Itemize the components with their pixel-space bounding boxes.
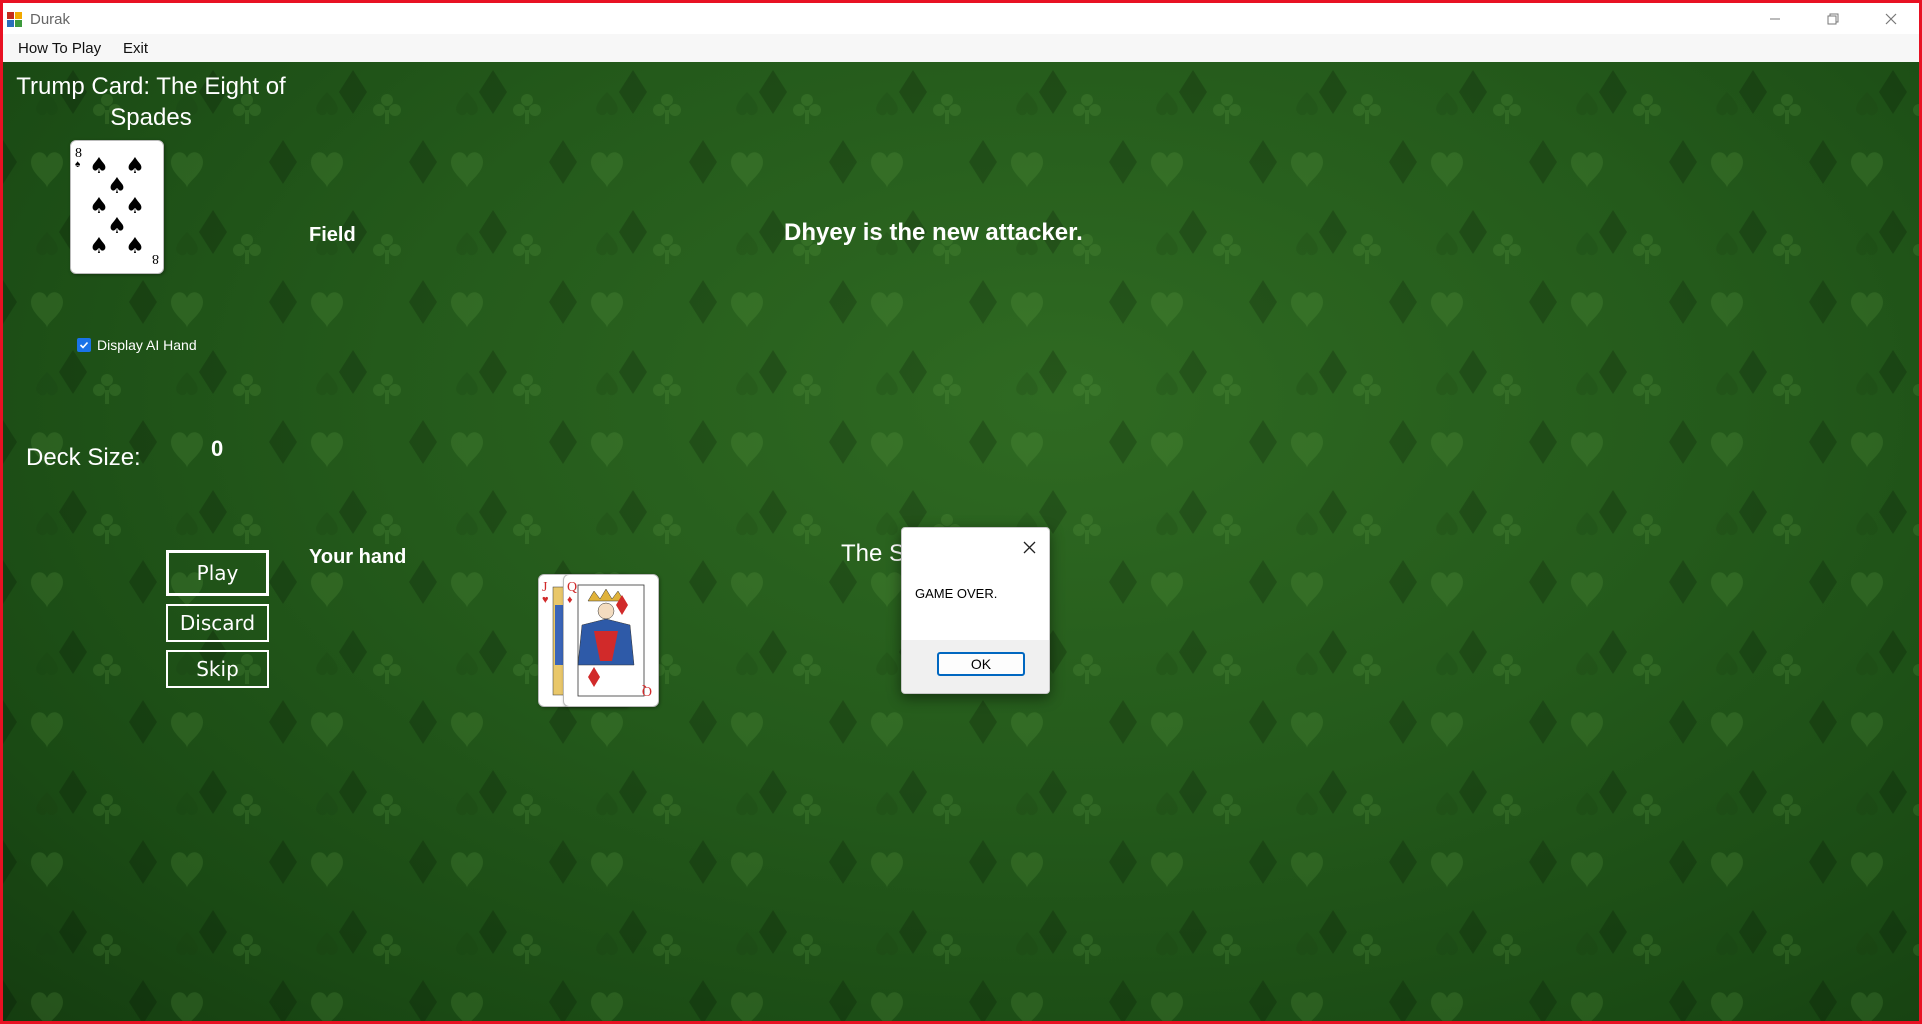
spade-pip: ♠ (89, 194, 109, 219)
app-window: Durak How To Play Exit Trump Card: The E… (3, 3, 1919, 1021)
spade-pip: ♠ (125, 234, 145, 259)
deck-size-label: Deck Size: (26, 444, 141, 471)
dialog-title-bar (902, 528, 1049, 566)
spade-pip: ♠ (89, 154, 109, 179)
menu-exit[interactable]: Exit (123, 40, 148, 57)
status-message: Dhyey is the new attacker. (784, 219, 1083, 246)
diamond-icon: ♦ (567, 594, 573, 606)
title-bar: Durak (3, 3, 1919, 34)
skip-button[interactable]: Skip (166, 650, 269, 688)
close-icon (1885, 13, 1897, 24)
ok-button[interactable]: OK (937, 652, 1025, 676)
display-ai-hand-checkbox[interactable]: Display AI Hand (77, 337, 197, 353)
spade-pip: ♠ (107, 174, 127, 199)
field-label: Field (309, 224, 356, 246)
restore-icon (1827, 13, 1839, 24)
restore-button[interactable] (1805, 3, 1861, 34)
queen-rank: Q (567, 580, 577, 595)
spade-pip: ♠ (125, 194, 145, 219)
deck-size-value: 0 (211, 436, 224, 461)
discard-button[interactable]: Discard (166, 604, 269, 642)
close-icon (1023, 541, 1035, 553)
spade-pip: ♠ (89, 234, 109, 259)
window-title: Durak (30, 11, 71, 28)
play-button[interactable]: Play (166, 550, 269, 596)
spade-pip: ♠ (125, 154, 145, 179)
close-button[interactable] (1863, 3, 1919, 34)
menu-bar: How To Play Exit (3, 34, 1919, 63)
dialog-body: GAME OVER. (902, 566, 1049, 638)
minimize-icon (1770, 18, 1780, 19)
game-table: Trump Card: The Eight of Spades 8 ♠ ♠ ♠ … (3, 62, 1919, 1021)
dialog-footer: OK (902, 640, 1049, 693)
dialog-close-button[interactable] (1015, 533, 1043, 561)
heart-icon: ♥ (542, 594, 549, 606)
checkbox-checked-icon (77, 338, 91, 352)
minimize-button[interactable] (1747, 3, 1803, 34)
queen-rank-inverted: Q (642, 683, 652, 698)
menu-how-to-play[interactable]: How To Play (18, 40, 101, 57)
display-ai-hand-label: Display AI Hand (97, 337, 197, 353)
jack-rank: J (542, 580, 548, 595)
partial-hidden-label: The S (841, 540, 906, 567)
hand-card-queen-diamonds[interactable]: Q ♦ Q (563, 574, 659, 707)
durak-app-icon (7, 12, 22, 27)
dialog-message: GAME OVER. (915, 586, 998, 601)
your-hand-label: Your hand (309, 546, 407, 568)
trump-card-title: Trump Card: The Eight of Spades (16, 73, 286, 131)
spade-pip: ♠ (107, 214, 127, 239)
game-over-dialog: GAME OVER. OK (901, 527, 1050, 694)
trump-card-rank-inverted: 8 (152, 251, 159, 266)
trump-card: 8 ♠ ♠ ♠ ♠ ♠ ♠ ♠ ♠ ♠ 8 (70, 140, 164, 274)
trump-card-corner-suit: ♠ (75, 159, 81, 170)
